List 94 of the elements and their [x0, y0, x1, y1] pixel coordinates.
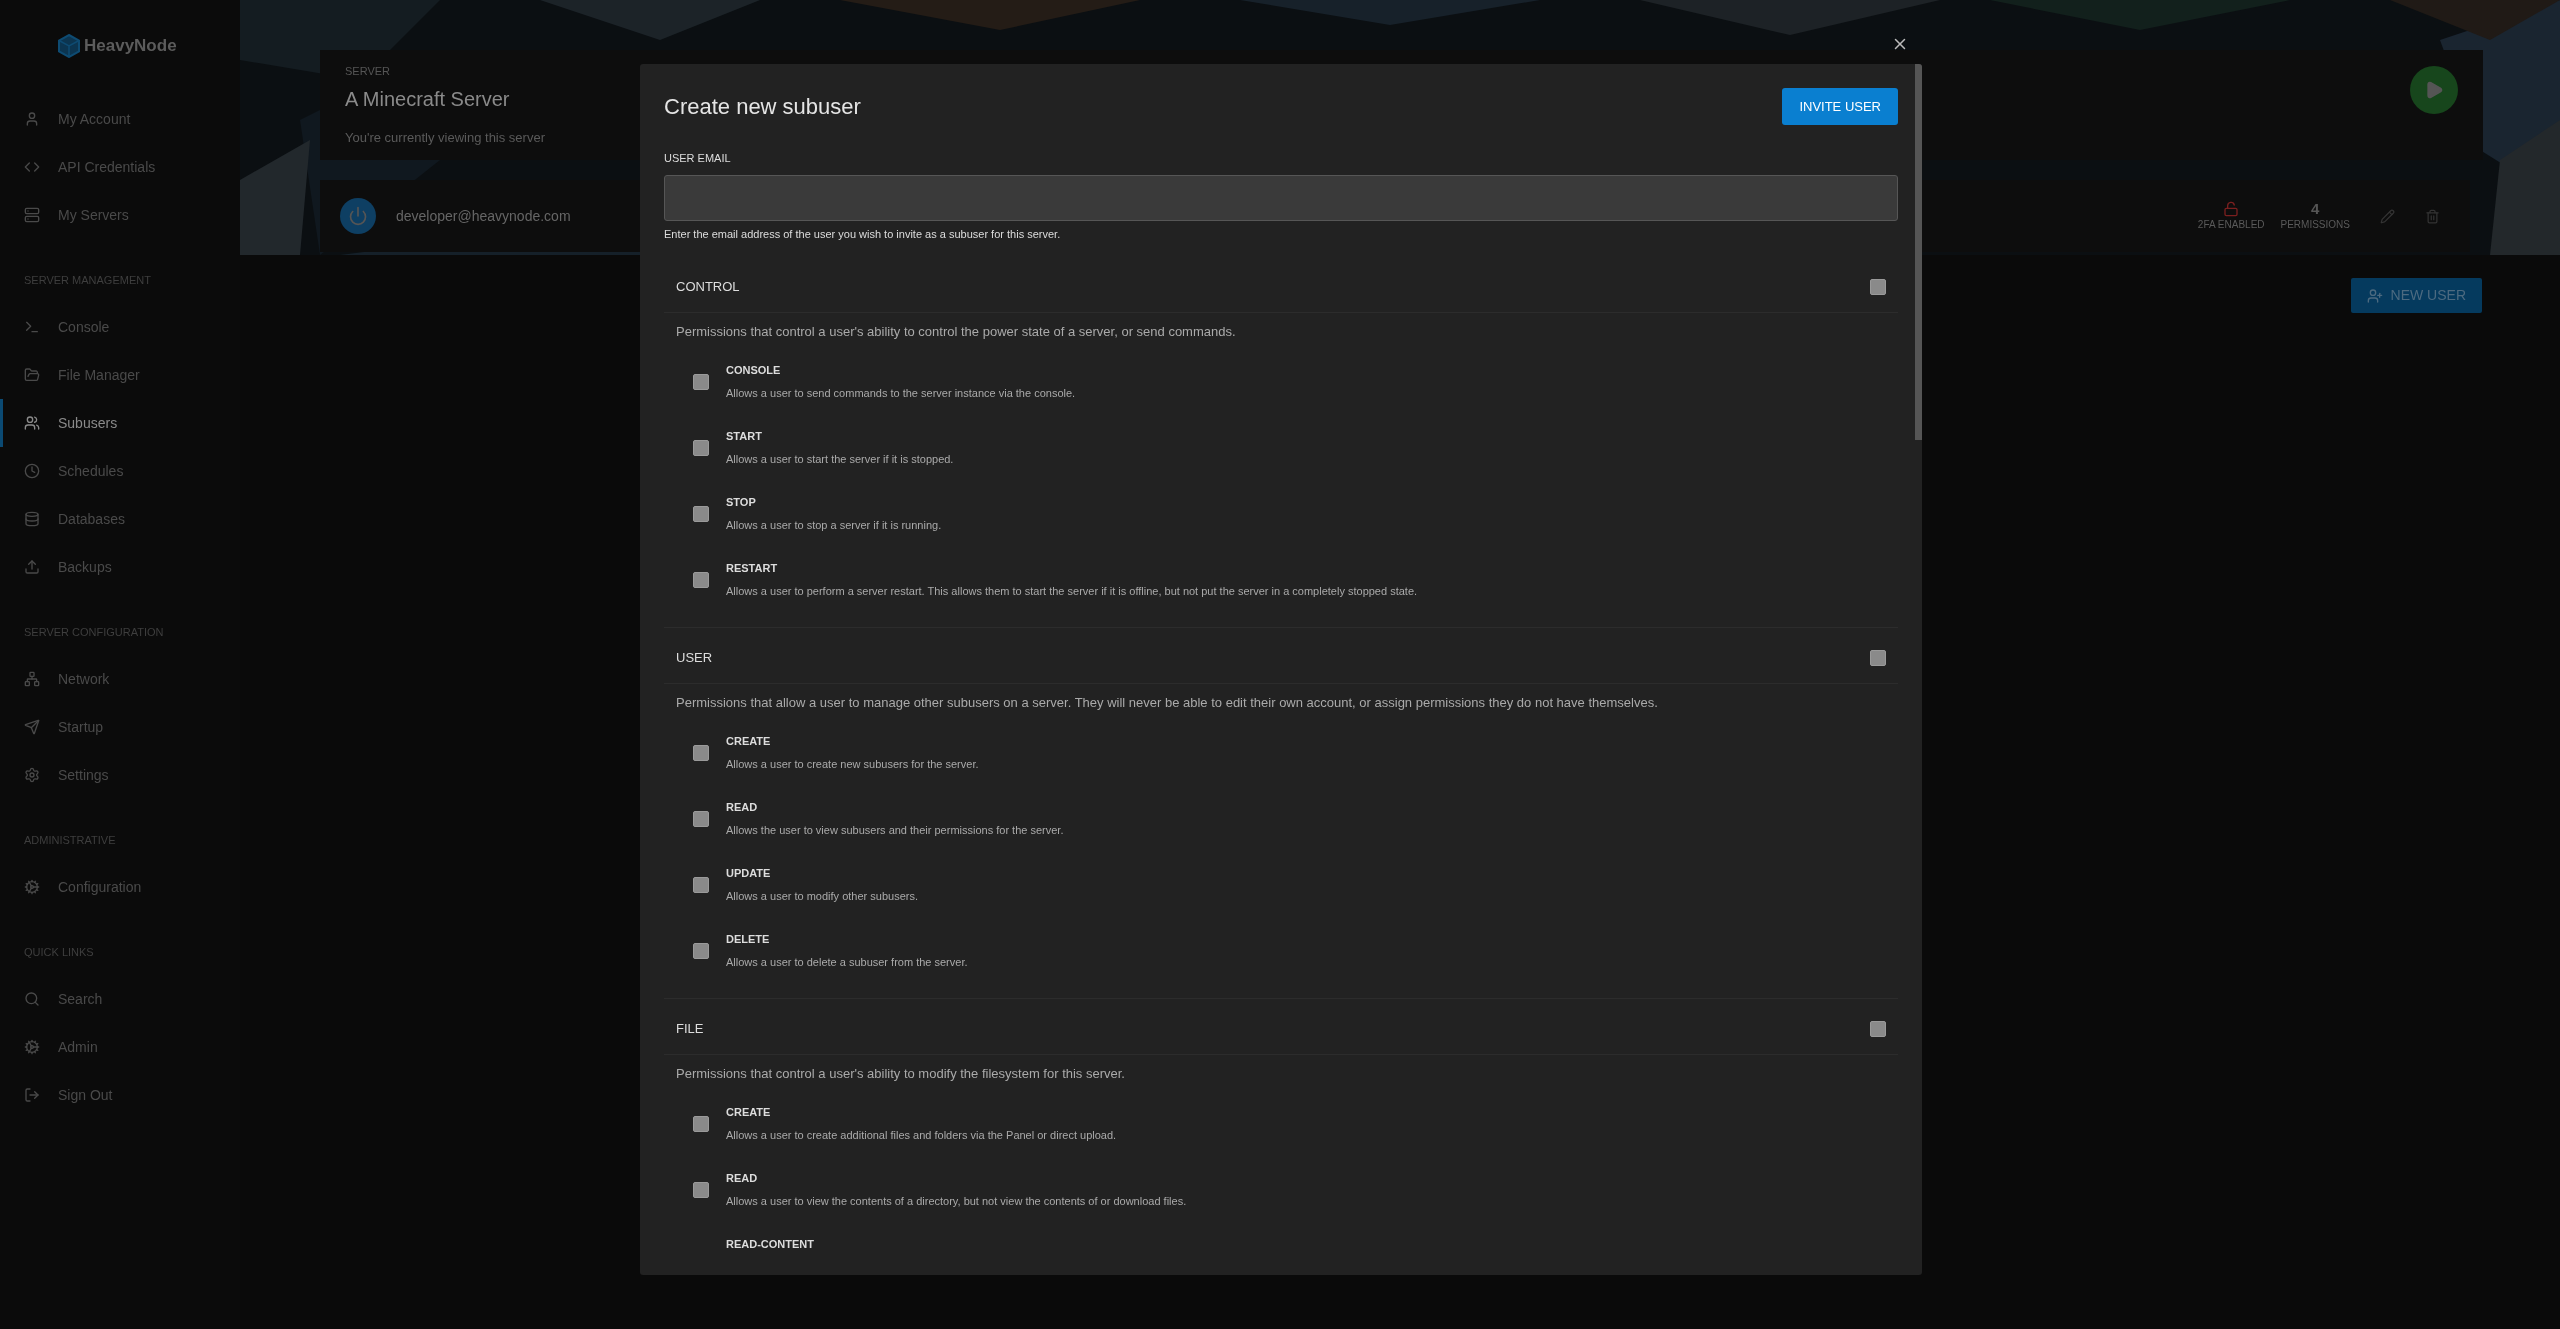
permission-name: READ [726, 1171, 759, 1185]
new-user-button[interactable]: NEW USER [2350, 278, 2482, 313]
field-help: Enter the email address of the user you wish to invite as a subuser for this server. [664, 227, 1062, 241]
two-factor-label: 2FA ENABLED [2197, 217, 2265, 232]
modal-title: Create new subuser [664, 93, 861, 121]
permission-name: CREATE [726, 1105, 772, 1119]
sidebar-item[interactable]: Schedules [0, 447, 240, 495]
permission-name: START [726, 429, 763, 443]
permission-description: Allows a user to stop a server if it is running. [726, 518, 942, 532]
checkbox[interactable] [693, 943, 709, 959]
permission-name: UPDATE [726, 866, 772, 880]
permission-name: CREATE [726, 734, 772, 748]
sidebar-item[interactable]: My Account [0, 95, 240, 143]
sidebar-item[interactable]: Console [0, 303, 240, 351]
user-icon [24, 111, 40, 127]
sidebar-item[interactable]: Subusers [0, 399, 240, 447]
permission-name: STOP [726, 495, 757, 509]
field-label: USER EMAIL [664, 151, 732, 165]
users-icon [24, 415, 40, 431]
permission-description: Allows the user to view subusers and their permissions for the server. [726, 823, 1064, 837]
sidebar-item[interactable]: File Manager [0, 351, 240, 399]
scrollbar-thumb[interactable] [1915, 64, 1922, 440]
sidebar-item[interactable]: Network [0, 655, 240, 703]
sidebar-item[interactable]: Admin [0, 1023, 240, 1071]
checkbox[interactable] [693, 572, 709, 588]
edit-icon[interactable] [2380, 208, 2395, 224]
checkbox[interactable] [693, 440, 709, 456]
permission-group-title: FILE [676, 1020, 704, 1039]
checkbox[interactable] [693, 1182, 709, 1198]
sidebar-item[interactable]: My Servers [0, 191, 240, 239]
start-button[interactable] [2410, 66, 2458, 114]
sidebar-item[interactable]: Search [0, 975, 240, 1023]
terminal-icon [24, 319, 40, 335]
permission-group-title: USER [676, 649, 713, 668]
settings-icon [24, 767, 40, 783]
server-label: SERVER [345, 64, 392, 79]
checkbox[interactable] [693, 745, 709, 761]
checkbox[interactable] [1870, 1021, 1886, 1037]
unlocked-icon [2223, 200, 2240, 217]
upload-icon [24, 559, 40, 575]
brand-name: HeavyNode [84, 35, 177, 58]
checkbox[interactable] [693, 374, 709, 390]
checkbox[interactable] [693, 1116, 709, 1132]
paper-plane-icon [24, 719, 40, 735]
sidebar-item[interactable]: Settings [0, 751, 240, 799]
sidebar-item[interactable]: Startup [0, 703, 240, 751]
email-field[interactable] [664, 175, 1898, 221]
add-user-icon [2366, 287, 2383, 304]
sidebar-item[interactable]: Sign Out [0, 1071, 240, 1119]
logo-icon [58, 34, 80, 58]
sign-out-icon [24, 1087, 40, 1103]
folder-icon [24, 367, 40, 383]
permission-description: Allows a user to view the contents of a directory, but not view the contents of or download files. [726, 1194, 1187, 1208]
user-email: developer@heavynode.com [396, 206, 571, 226]
permission-name: RESTART [726, 561, 779, 575]
sidebar-item[interactable]: API Credentials [0, 143, 240, 191]
permission-description: Allows a user to perform a server restart. This allows them to start the server if it is offline, but not put the server in a completely stopped state. [726, 584, 1418, 598]
delete-icon[interactable] [2425, 208, 2440, 224]
server-list-icon [24, 207, 40, 223]
permission-description: Allows a user to start the server if it is stopped. [726, 452, 954, 466]
database-icon [24, 511, 40, 527]
sidebar-item[interactable]: Configuration [0, 863, 240, 911]
cogs-icon [24, 1039, 40, 1055]
permission-group-description: Permissions that control a user's ability to modify the filesystem for this server. [675, 1065, 1126, 1083]
permission-group-description: Permissions that control a user's ability to control the power state of a server, or send commands. [675, 323, 1237, 341]
invite-user-button[interactable]: INVITE USER [1782, 88, 1898, 125]
play-icon [2424, 80, 2444, 100]
sidebar-item[interactable]: Databases [0, 495, 240, 543]
code-icon [24, 159, 40, 175]
permission-description: Allows a user to create new subusers for the server. [726, 757, 979, 771]
sidebar-item[interactable]: Backups [0, 543, 240, 591]
permission-group-description: Permissions that allow a user to manage other subusers on a server. They will never be able to edit their own account, or assign permissions they do not have themselves. [675, 694, 1659, 712]
permission-description: Allows a user to modify other subusers. [726, 889, 918, 903]
network-icon [24, 671, 40, 687]
checkbox[interactable] [1870, 279, 1886, 295]
checkbox[interactable] [693, 877, 709, 893]
permission-name: READ-CONTENT [726, 1237, 814, 1251]
permissions-count: 4 [2311, 200, 2320, 217]
permission-group-title: CONTROL [676, 278, 740, 297]
permission-name: CONSOLE [726, 363, 782, 377]
permission-description: Allows a user to create additional files and folders via the Panel or direct upload. [726, 1128, 1117, 1142]
checkbox[interactable] [693, 811, 709, 827]
server-name: A Minecraft Server [345, 86, 511, 112]
server-subtitle: You're currently viewing this server [345, 128, 545, 147]
checkbox[interactable] [693, 506, 709, 522]
permission-name: READ [726, 800, 759, 814]
checkbox[interactable] [1870, 650, 1886, 666]
search-icon [24, 991, 40, 1007]
cogs-icon [24, 879, 40, 895]
permission-name: DELETE [726, 932, 771, 946]
permissions-label: PERMISSIONS [2280, 217, 2350, 232]
permission-description: Allows a user to send commands to the server instance via the console. [726, 386, 1076, 400]
clock-icon [24, 463, 40, 479]
permission-description: Allows a user to delete a subuser from the server. [726, 955, 968, 969]
